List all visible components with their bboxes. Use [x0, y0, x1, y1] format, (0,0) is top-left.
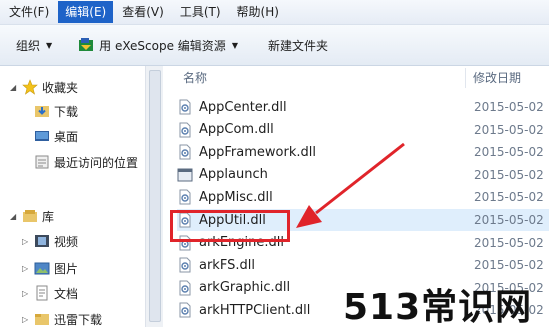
watermark: 513常识网 [343, 287, 533, 328]
